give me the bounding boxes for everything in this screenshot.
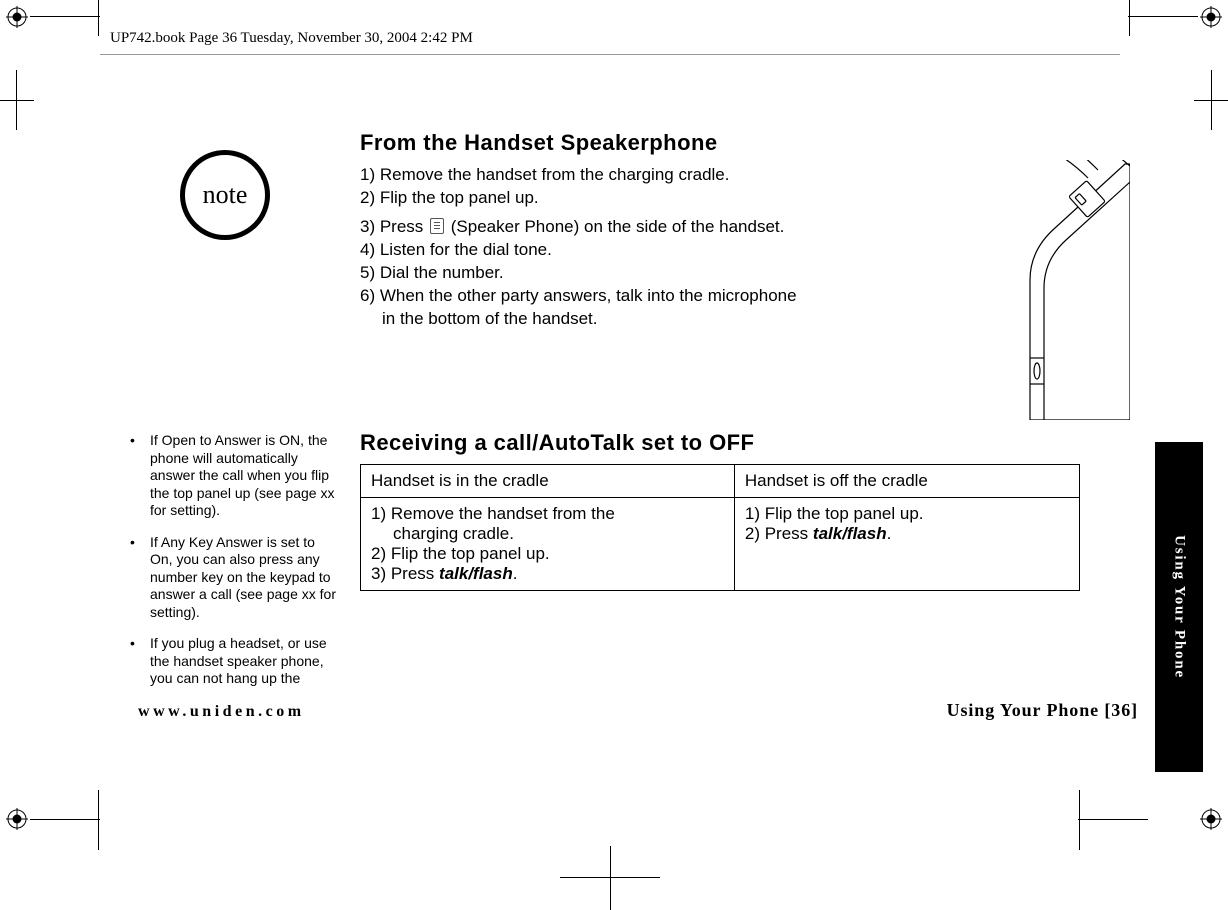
receiving-call-table: Handset is in the cradle Handset is off … (360, 464, 1080, 591)
crop-line (98, 790, 99, 850)
step-text: 2) Flip the top panel up. (360, 187, 930, 210)
step-text: 6) When the other party answers, talk in… (360, 285, 930, 308)
footer-url: www.uniden.com (138, 703, 305, 721)
margin-notes: •If Open to Answer is ON, the phone will… (140, 432, 340, 702)
note-badge: note (180, 150, 270, 240)
register-mark-icon (1200, 6, 1222, 28)
crop-line (30, 16, 100, 17)
crop-line (30, 819, 100, 820)
margin-note-item: •If Open to Answer is ON, the phone will… (140, 432, 340, 520)
handset-illustration (970, 160, 1130, 420)
step-text: 3) Press (Speaker Phone) on the side of … (360, 216, 930, 239)
speaker-phone-icon (430, 218, 444, 234)
register-mark-icon (1200, 808, 1222, 830)
crop-line (16, 70, 17, 130)
step-text: 4) Listen for the dial tone. (360, 239, 930, 262)
cell-line: 1) Remove the handset from the (371, 504, 724, 524)
register-mark-icon (6, 6, 28, 28)
crop-line (1211, 70, 1212, 130)
table-cell: 1) Remove the handset from the charging … (361, 498, 735, 591)
talk-flash-label: talk/flash (439, 564, 513, 583)
cell-line: 1) Flip the top panel up. (745, 504, 1069, 524)
crop-line (98, 0, 99, 36)
speakerphone-steps: 1) Remove the handset from the charging … (360, 164, 930, 331)
margin-note-item: •If Any Key Answer is set to On, you can… (140, 534, 340, 622)
framemaker-page-tag: UP742.book Page 36 Tuesday, November 30,… (110, 30, 473, 47)
margin-note-text: If Open to Answer is ON, the phone will … (150, 432, 334, 518)
step-text: in the bottom of the handset. (360, 308, 930, 331)
cell-line: charging cradle. (371, 524, 724, 544)
crop-line (1128, 16, 1198, 17)
cell-line: 2) Flip the top panel up. (371, 544, 724, 564)
step-text: 5) Dial the number. (360, 262, 930, 285)
crop-line (1079, 790, 1080, 850)
table-header: Handset is off the cradle (734, 465, 1079, 498)
crop-line (1078, 819, 1148, 820)
note-label: note (203, 180, 248, 210)
table-cell: 1) Flip the top panel up. 2) Press talk/… (734, 498, 1079, 591)
margin-note-text: If you plug a headset, or use the handse… (150, 635, 327, 686)
cell-line: 3) Press talk/flash. (371, 564, 724, 584)
talk-flash-label: talk/flash (813, 524, 887, 543)
cell-line: 2) Press talk/flash. (745, 524, 1069, 544)
register-mark-icon (6, 808, 28, 830)
thumb-tab: Using Your Phone (1155, 442, 1203, 772)
section-heading-receiving: Receiving a call/AutoTalk set to OFF (360, 430, 1080, 456)
section-heading-speakerphone: From the Handset Speakerphone (360, 130, 1080, 156)
margin-note-text: If Any Key Answer is set to On, you can … (150, 534, 336, 620)
thumb-tab-label: Using Your Phone (1171, 535, 1188, 679)
crop-line (610, 846, 611, 910)
header-rule (100, 54, 1120, 55)
crop-line (1129, 0, 1130, 36)
footer-page-label: Using Your Phone [36] (947, 700, 1138, 721)
table-header: Handset is in the cradle (361, 465, 735, 498)
margin-note-item: •If you plug a headset, or use the hands… (140, 635, 340, 688)
crop-line (0, 100, 34, 101)
step-text: 1) Remove the handset from the charging … (360, 164, 930, 187)
